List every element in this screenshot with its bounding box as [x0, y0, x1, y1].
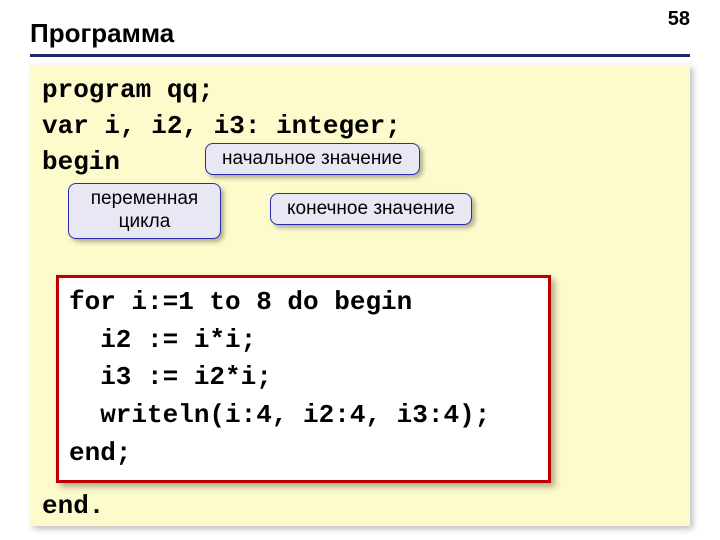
inner-code-line-4: writeln(i:4, i2:4, i3:4); [69, 397, 538, 435]
code-line-2: var i, i2, i3: integer; [42, 109, 401, 144]
inner-code-line-2: i2 := i*i; [69, 322, 538, 360]
title-underline [30, 54, 690, 57]
code-line-1: program qq; [42, 73, 214, 108]
inner-code-line-5: end; [69, 435, 538, 473]
callout-initial-value: начальное значение [205, 143, 420, 175]
highlighted-code-box: for i:=1 to 8 do begin i2 := i*i; i3 := … [56, 275, 551, 483]
callout-final-value: конечное значение [270, 193, 472, 225]
inner-code-line-1: for i:=1 to 8 do begin [69, 284, 538, 322]
code-line-end: end. [42, 489, 104, 524]
callout-loop-variable: переменная цикла [68, 183, 221, 239]
page-number: 58 [668, 8, 690, 31]
slide-title: Программа [30, 18, 174, 49]
code-line-3: begin [42, 145, 120, 180]
inner-code-line-3: i3 := i2*i; [69, 359, 538, 397]
code-block: program qq; var i, i2, i3: integer; begi… [30, 65, 690, 526]
